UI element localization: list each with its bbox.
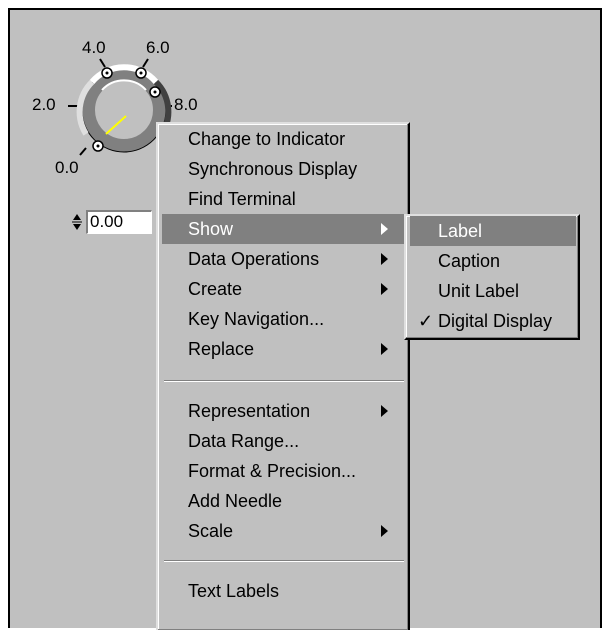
menu-item-label: Scale (188, 521, 234, 541)
submenu-item-digital-display[interactable]: ✓ Digital Display (410, 306, 576, 336)
digital-value-field[interactable]: 0.00 (86, 210, 152, 234)
menu-item-label: Synchronous Display (188, 159, 358, 179)
scale-label-0: 0.0 (55, 158, 79, 177)
submenu-item-text: Digital Display (438, 311, 553, 331)
scale-label-8: 8.0 (174, 95, 198, 114)
submenu-item-text: Caption (438, 251, 501, 271)
scale-label-4: 4.0 (82, 38, 106, 57)
tick-6 (142, 58, 149, 68)
submenu-arrow-icon (381, 223, 388, 235)
menu-item-key-navigation[interactable]: Key Navigation... (162, 304, 406, 334)
menu-separator (164, 380, 404, 382)
menu-item-scale[interactable]: Scale (162, 516, 406, 546)
tick-4 (99, 58, 106, 68)
menu-item-create[interactable]: Create (162, 274, 406, 304)
scale-label-2: 2.0 (32, 95, 56, 114)
menu-separator (164, 560, 404, 562)
menu-item-label: Text Labels (188, 581, 280, 601)
menu-item-label: Show (188, 219, 234, 239)
menu-item-data-operations[interactable]: Data Operations (162, 244, 406, 274)
menu-item-add-needle[interactable]: Add Needle (162, 486, 406, 516)
submenu-item-label[interactable]: Label (410, 216, 576, 246)
menu-item-replace[interactable]: Replace (162, 334, 406, 364)
submenu-arrow-icon (381, 283, 388, 295)
tick-0 (79, 147, 87, 156)
submenu-item-text: Label (438, 221, 483, 241)
context-menu: Change to Indicator Synchronous Display … (156, 122, 410, 630)
menu-item-text-labels[interactable]: Text Labels (162, 576, 406, 606)
menu-item-data-range[interactable]: Data Range... (162, 426, 406, 456)
menu-item-label: Representation (188, 401, 311, 421)
submenu-arrow-icon (381, 253, 388, 265)
submenu-item-caption[interactable]: Caption (410, 246, 576, 276)
menu-item-representation[interactable]: Representation (162, 396, 406, 426)
show-submenu: Label Caption Unit Label ✓ Digital Displa… (404, 214, 580, 340)
menu-item-format-precision[interactable]: Format & Precision... (162, 456, 406, 486)
menu-item-label: Find Terminal (188, 189, 296, 209)
menu-item-label: Replace (188, 339, 255, 359)
menu-item-label: Change to Indicator (188, 129, 346, 149)
menu-item-label: Data Range... (188, 431, 300, 451)
menu-item-label: Key Navigation... (188, 309, 325, 329)
menu-item-label: Add Needle (188, 491, 283, 511)
menu-item-synchronous-display[interactable]: Synchronous Display (162, 154, 406, 184)
menu-item-label: Format & Precision... (188, 461, 357, 481)
submenu-item-text: Unit Label (438, 281, 520, 301)
menu-item-label: Data Operations (188, 249, 320, 269)
submenu-arrow-icon (381, 405, 388, 417)
scale-label-6: 6.0 (146, 38, 170, 57)
submenu-item-unit-label[interactable]: Unit Label (410, 276, 576, 306)
menu-item-change-to-indicator[interactable]: Change to Indicator (162, 124, 406, 154)
increment-decrement-icon[interactable] (72, 212, 82, 232)
menu-item-find-terminal[interactable]: Find Terminal (162, 184, 406, 214)
submenu-arrow-icon (381, 343, 388, 355)
menu-item-label: Create (188, 279, 243, 299)
digital-display: 0.00 (72, 210, 152, 234)
checkmark-icon: ✓ (418, 311, 434, 331)
submenu-arrow-icon (381, 525, 388, 537)
menu-item-show[interactable]: Show (162, 214, 406, 244)
